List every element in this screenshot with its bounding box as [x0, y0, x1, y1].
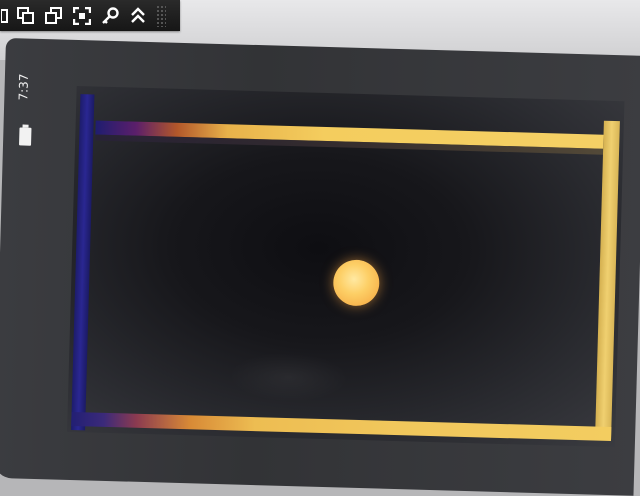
screen-glare: [227, 350, 350, 404]
paste-window-icon[interactable]: [42, 4, 66, 28]
ball[interactable]: [332, 259, 380, 307]
game-screen[interactable]: [67, 85, 625, 448]
bottom-wall: [71, 411, 612, 442]
key-icon[interactable]: [98, 4, 122, 28]
camera-toolbar: [0, 0, 180, 31]
status-time: 7:37: [16, 73, 32, 101]
battery-icon: [18, 124, 33, 150]
right-wall: [595, 120, 620, 440]
phone-device: 7:37: [0, 38, 640, 496]
left-wall: [71, 94, 95, 431]
status-bar: 7:37: [12, 66, 45, 187]
copy-window-icon[interactable]: [14, 4, 38, 28]
toolbar-grip[interactable]: [156, 4, 166, 27]
window-icon[interactable]: [0, 4, 10, 28]
collapse-up-icon[interactable]: [126, 4, 150, 28]
fullscreen-icon[interactable]: [70, 4, 94, 28]
